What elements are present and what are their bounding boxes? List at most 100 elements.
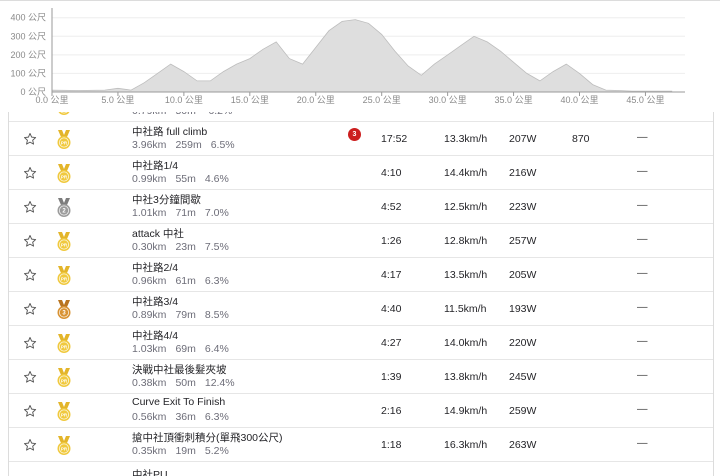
segment-stats: 0.79km 50m -6.2% [132, 112, 241, 117]
segment-speed: 12.8km/h [444, 235, 488, 247]
gold-medal-icon: PR [56, 368, 72, 388]
gold-medal-icon: PR [56, 402, 72, 422]
silver-medal-icon: 2 [56, 198, 72, 218]
segment-name-link[interactable]: 中社路 full climb [132, 124, 207, 139]
segment-elevation: 55m [175, 173, 196, 185]
segment-distance: 0.38km [132, 377, 167, 389]
segment-stats: 1.03km 69m 6.4% [132, 343, 238, 355]
segment-distance: 1.01km [132, 207, 167, 219]
segment-name-link[interactable]: attack 中社 [132, 226, 184, 241]
segment-time: 1:39 [381, 371, 402, 383]
segment-grade: 5.2% [204, 445, 229, 457]
star-icon[interactable] [23, 200, 37, 214]
star-icon[interactable] [23, 132, 37, 146]
x-tick-label: 5.0 公里 [101, 95, 134, 105]
segment-distance: 0.89km [132, 309, 167, 321]
segment-speed: 16.3km/h [444, 439, 488, 451]
segment-extra: — [637, 165, 648, 177]
segment-time: 4:52 [381, 201, 402, 213]
segment-name-link[interactable]: 中社路4/4 [132, 328, 178, 343]
gold-medal-icon: PR [56, 436, 72, 456]
segment-speed: 11.5km/h [444, 303, 487, 315]
segment-distance: 0.96km [132, 275, 167, 287]
segment-name-link[interactable]: 中社3分鐘間歇 [132, 192, 201, 207]
y-tick-label: 400 公尺 [10, 13, 46, 23]
segment-distance: 0.99km [132, 173, 167, 185]
x-tick-label: 10.0 公里 [165, 95, 203, 105]
segment-elevation: 50m [175, 112, 195, 117]
segment-stats: 0.89km 79m 8.5% [132, 309, 238, 321]
segment-distance: 0.79km [132, 112, 166, 117]
svg-text:PR: PR [61, 413, 68, 418]
segment-name-link[interactable]: 搶中社頂衝刺積分(單飛300公尺) [132, 430, 283, 445]
segment-power: 257W [509, 235, 537, 247]
x-tick-label: 0.0 公里 [35, 95, 68, 105]
segment-power: 223W [509, 201, 537, 213]
segment-row[interactable]: PR 中社路 full climb 3.96km 259m 6.5% 3 17:52 13.3… [9, 122, 713, 156]
elevation-chart[interactable]: 400 公尺 300 公尺 200 公尺 100 公尺 0 公尺 0.0 公里 5.0 公里… [0, 0, 720, 112]
star-icon[interactable] [23, 234, 37, 248]
segment-speed: 14.4km/h [444, 167, 488, 179]
segment-speed: 13.8km/h [444, 371, 488, 383]
star-icon[interactable] [23, 336, 37, 350]
segment-extra: — [637, 199, 648, 211]
segment-grade: 7.0% [204, 207, 229, 219]
segment-row[interactable]: PR Curve Exit To Finish 0.56km 36m 6.3% 2:16 1… [9, 394, 713, 428]
segment-grade: -6.2% [205, 112, 232, 117]
star-icon[interactable] [23, 268, 37, 282]
x-tick-label: 40.0 公里 [560, 95, 598, 105]
segment-row[interactable]: PR 中社路2/4 0.96km 61m 6.3% 4:17 13.5km/h 205W — [9, 258, 713, 292]
elevation-area[interactable] [51, 19, 673, 93]
segment-row[interactable]: PR 搶中社頂衝刺積分(單飛300公尺) 0.35km 19m 5.2% 1:18 16.3… [9, 428, 713, 462]
star-icon[interactable] [23, 370, 37, 384]
svg-text:PR: PR [61, 345, 68, 350]
segment-elevation: 23m [175, 241, 196, 253]
segment-row[interactable]: 3 中社路3/4 0.89km 79m 8.5% 4:40 11.5km/h 193W — [9, 292, 713, 326]
segment-extra: — [637, 131, 648, 143]
star-icon[interactable] [23, 166, 37, 180]
segment-row[interactable]: 2 中社3分鐘間歇 1.01km 71m 7.0% 4:52 12.5km/h 223W — [9, 190, 713, 224]
segment-name-link[interactable]: Curve Exit To Finish [132, 396, 225, 408]
segment-row[interactable]: PR 中社路4/4 1.03km 69m 6.4% 4:27 14.0km/h 220W — [9, 326, 713, 360]
segment-name-link[interactable]: 中社路1/4 [132, 158, 178, 173]
segment-distance: 0.30km [132, 241, 167, 253]
segment-time: 2:16 [381, 405, 402, 417]
segment-stats: 0.96km 61m 6.3% [132, 275, 238, 287]
segment-time: 4:17 [381, 269, 402, 281]
star-icon[interactable] [23, 302, 37, 316]
y-tick-label: 300 公尺 [10, 31, 46, 41]
segment-elevation: 79m [175, 309, 196, 321]
svg-text:PR: PR [61, 379, 68, 384]
segment-stats: 1.01km 71m 7.0% [132, 207, 238, 219]
star-icon[interactable] [23, 404, 37, 418]
gold-medal-icon: PR [56, 130, 72, 150]
segment-row[interactable]: PR attack 中社 0.30km 23m 7.5% 1:26 12.8km/h 257W… [9, 224, 713, 258]
segment-name-link[interactable]: 中社路3/4 [132, 294, 178, 309]
elevation-chart-canvas: 400 公尺300 公尺200 公尺100 公尺0 公尺0.0 公里 5.0 公里… [10, 8, 685, 105]
segment-extra: — [637, 335, 648, 347]
segment-name-link[interactable]: 中社PU [132, 467, 168, 476]
segment-grade: 8.5% [204, 309, 229, 321]
segment-power: 245W [509, 371, 537, 383]
segment-stats: 0.99km 55m 4.6% [132, 173, 238, 185]
segment-name-link[interactable]: 決戰中社最後髮夾坡 [132, 362, 227, 377]
star-icon[interactable] [23, 438, 37, 452]
segment-row[interactable]: PR 決戰中社最後髮夾坡 0.38km 50m 12.4% 1:39 13.8km/h 245… [9, 360, 713, 394]
segments-table: PR 0.79km 50m -6.2% PR 中社路 full climb3.96km25… [8, 112, 714, 476]
segment-row-partial-bottom[interactable]: 中社PU [9, 462, 713, 476]
segment-extra: — [637, 301, 648, 313]
segment-elevation: 19m [175, 445, 196, 457]
segment-grade: 7.5% [204, 241, 229, 253]
x-tick-label: 45.0 公里 [626, 95, 664, 105]
segment-speed: 13.3km/h [444, 133, 488, 145]
segment-time: 17:52 [381, 133, 408, 145]
segment-stats: 3.96km 259m 6.5% [132, 139, 244, 151]
segment-row-partial-top[interactable]: PR 0.79km 50m -6.2% [9, 112, 713, 122]
segment-speed: 14.9km/h [444, 405, 488, 417]
segment-name-link[interactable]: 中社路2/4 [132, 260, 178, 275]
y-tick-label: 100 公尺 [10, 68, 46, 78]
segment-extra: — [637, 403, 648, 415]
segment-row[interactable]: PR 中社路1/4 0.99km 55m 4.6% 4:10 14.4km/h 216W — [9, 156, 713, 190]
bronze-medal-icon: 3 [56, 300, 72, 320]
segment-elevation: 259m [175, 139, 202, 151]
